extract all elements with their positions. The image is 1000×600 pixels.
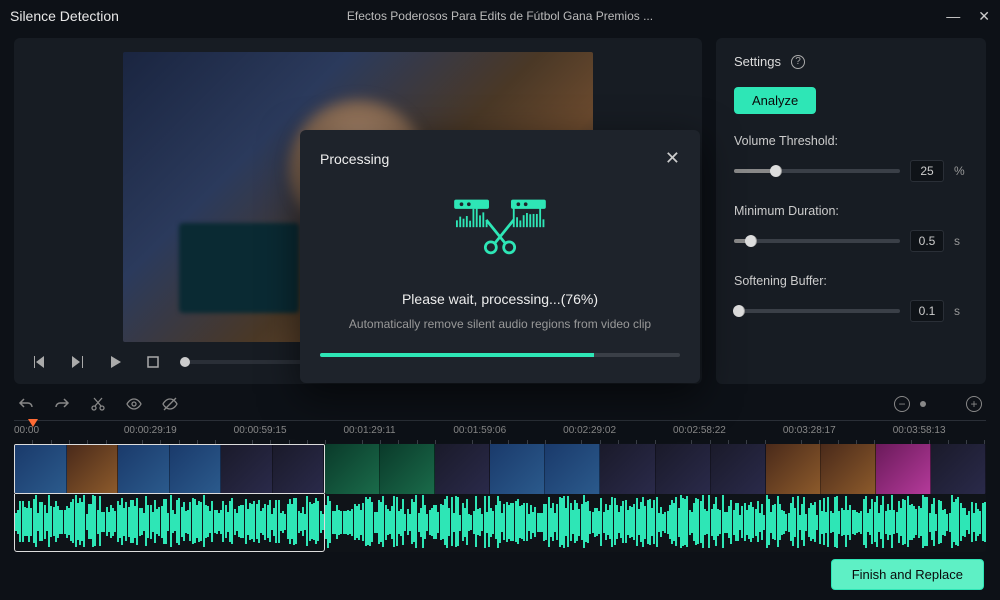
close-button[interactable]: ✕ — [978, 8, 990, 25]
progress-bar — [320, 353, 680, 357]
time-ruler[interactable]: 00:0000:00:29:1900:00:59:1500:01:29:1100… — [14, 420, 986, 444]
video-clip-selected[interactable] — [14, 444, 325, 494]
video-clip[interactable] — [325, 444, 986, 494]
analyze-button[interactable]: Analyze — [734, 87, 816, 114]
timeline-toolbar: − + — [0, 384, 1000, 420]
zoom-indicator — [920, 401, 926, 407]
softening-buffer-label: Softening Buffer: — [734, 274, 968, 288]
processing-modal: Processing ✕ Please wait, processing...(… — [300, 130, 700, 383]
settings-label: Settings — [734, 54, 781, 69]
prev-frame-button[interactable] — [28, 351, 50, 373]
modal-title: Processing — [320, 151, 389, 167]
undo-button[interactable] — [18, 396, 34, 412]
document-title: Efectos Poderosos Para Edits de Fútbol G… — [347, 9, 653, 23]
finish-replace-button[interactable]: Finish and Replace — [831, 559, 984, 590]
preview-icon[interactable] — [126, 396, 142, 412]
percent-unit: % — [954, 164, 968, 178]
zoom-in-button[interactable]: + — [966, 396, 982, 412]
titlebar: Silence Detection Efectos Poderosos Para… — [0, 0, 1000, 32]
processing-icon — [320, 189, 680, 269]
softening-buffer-slider[interactable] — [734, 309, 900, 313]
volume-threshold-value[interactable]: 25 — [910, 160, 944, 182]
modal-close-button[interactable]: ✕ — [665, 148, 680, 169]
cut-icon[interactable] — [90, 396, 106, 412]
stop-button[interactable] — [142, 351, 164, 373]
help-icon[interactable]: ? — [791, 55, 805, 69]
audio-track[interactable] — [325, 494, 986, 552]
minimum-duration-slider[interactable] — [734, 239, 900, 243]
window-title: Silence Detection — [10, 8, 119, 24]
minimum-duration-label: Minimum Duration: — [734, 204, 968, 218]
softening-buffer-value[interactable]: 0.1 — [910, 300, 944, 322]
volume-threshold-slider[interactable] — [734, 169, 900, 173]
seconds-unit: s — [954, 234, 968, 248]
step-button[interactable] — [66, 351, 88, 373]
audio-track-selected[interactable] — [14, 494, 325, 552]
minimum-duration-value[interactable]: 0.5 — [910, 230, 944, 252]
seconds-unit-2: s — [954, 304, 968, 318]
timeline: 00:0000:00:29:1900:00:59:1500:01:29:1100… — [0, 420, 1000, 552]
volume-threshold-label: Volume Threshold: — [734, 134, 968, 148]
redo-button[interactable] — [54, 396, 70, 412]
modal-subtitle: Automatically remove silent audio region… — [320, 317, 680, 331]
play-button[interactable] — [104, 351, 126, 373]
zoom-out-button[interactable]: − — [894, 396, 910, 412]
settings-panel: Settings ? Analyze Volume Threshold: 25 … — [716, 38, 986, 384]
window-controls: ― ✕ — [946, 8, 990, 25]
video-track[interactable] — [14, 444, 986, 494]
zoom-controls: − + — [894, 396, 982, 412]
hide-icon[interactable] — [162, 396, 178, 412]
modal-message: Please wait, processing...(76%) — [320, 291, 680, 307]
minimize-button[interactable]: ― — [946, 8, 960, 25]
